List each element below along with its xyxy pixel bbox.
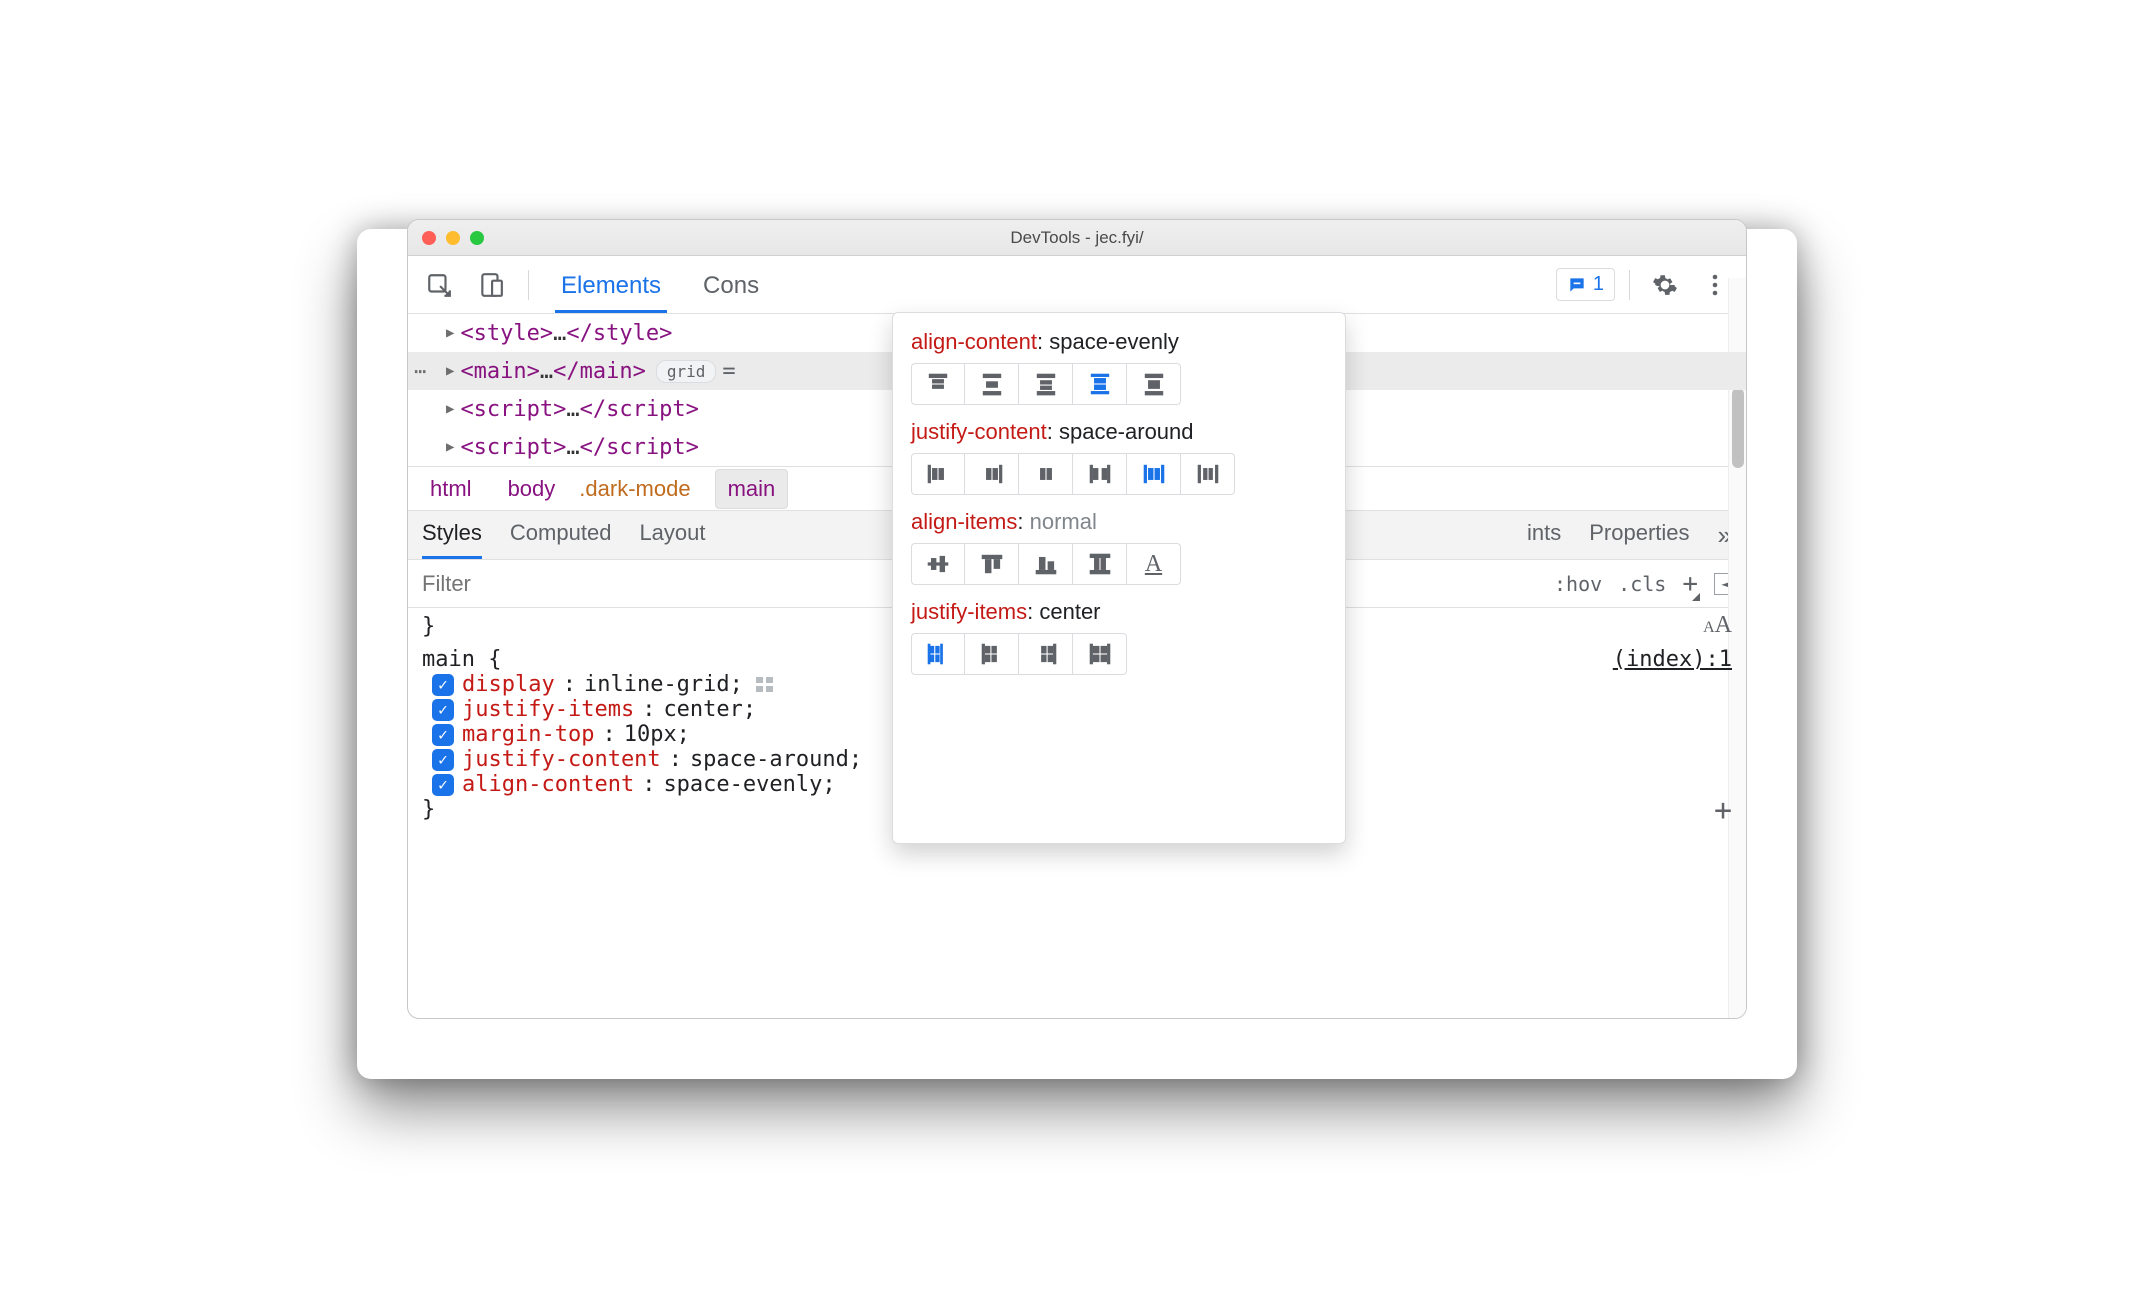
flyout-option[interactable] — [1073, 543, 1127, 585]
panel-tabs: Elements Cons — [555, 256, 765, 313]
flyout-section-justify-content: justify-content: space-around — [911, 419, 1327, 495]
separator — [1629, 270, 1630, 300]
enable-checkbox[interactable]: ✓ — [432, 724, 454, 746]
tag-close: </style> — [566, 321, 672, 346]
ellipsis: … — [540, 359, 553, 384]
flyout-title: justify-content: space-around — [911, 419, 1327, 445]
expand-arrow-icon[interactable]: ▶ — [446, 439, 454, 455]
flyout-option[interactable] — [1019, 543, 1073, 585]
enable-checkbox[interactable]: ✓ — [432, 749, 454, 771]
crumb-body[interactable]: body.dark-mode — [484, 470, 715, 508]
flyout-option[interactable] — [1127, 453, 1181, 495]
prop-name[interactable]: align-content — [462, 772, 634, 797]
enable-checkbox[interactable]: ✓ — [432, 699, 454, 721]
inspect-icon[interactable] — [418, 264, 460, 306]
grid-badge[interactable]: grid — [656, 360, 717, 383]
flyout-option[interactable] — [1181, 453, 1235, 495]
hov-toggle[interactable]: :hov — [1554, 572, 1602, 596]
equals-text: = — [722, 359, 735, 384]
expand-arrow-icon[interactable]: ▶ — [446, 401, 454, 417]
flyout-option[interactable] — [965, 543, 1019, 585]
flyout-options: A — [911, 543, 1327, 585]
subtab-partial[interactable]: ints — [1527, 520, 1561, 559]
flyout-option[interactable] — [1019, 633, 1073, 675]
flyout-option[interactable] — [911, 543, 965, 585]
subtab-layout[interactable]: Layout — [639, 520, 705, 559]
new-style-rule-button[interactable]: + — [1682, 569, 1698, 599]
add-rule-button[interactable]: + — [1714, 793, 1732, 828]
grid-editor-icon[interactable] — [755, 676, 777, 694]
enable-checkbox[interactable]: ✓ — [432, 774, 454, 796]
separator — [528, 270, 529, 300]
window-title: DevTools - jec.fyi/ — [408, 228, 1746, 248]
prop-value[interactable]: space-around; — [690, 747, 862, 772]
tag-open: <main> — [460, 359, 539, 384]
scrollbar-thumb[interactable] — [1732, 388, 1744, 468]
flyout-option[interactable] — [911, 363, 965, 405]
flyout-options — [911, 633, 1327, 675]
issues-count: 1 — [1593, 273, 1604, 296]
cls-toggle[interactable]: .cls — [1618, 572, 1666, 596]
flyout-options — [911, 453, 1327, 495]
tag-close: </main> — [553, 359, 646, 384]
ellipsis: … — [566, 435, 579, 460]
prop-value[interactable]: 10px; — [624, 722, 690, 747]
prop-name[interactable]: margin-top — [462, 722, 594, 747]
crumb-main[interactable]: main — [715, 469, 789, 509]
flyout-section-align-content: align-content: space-evenly — [911, 329, 1327, 405]
prop-value[interactable]: center; — [663, 697, 756, 722]
grid-editor-flyout: align-content: space-evenly justify-conte… — [892, 312, 1346, 844]
ellipsis: … — [553, 321, 566, 346]
flyout-option[interactable] — [1019, 453, 1073, 495]
row-actions-icon[interactable]: ⋯ — [414, 359, 426, 383]
font-size-indicator: AA — [1703, 612, 1732, 639]
expand-arrow-icon[interactable]: ▶ — [446, 325, 454, 341]
prop-value[interactable]: space-evenly; — [663, 772, 835, 797]
subtab-computed[interactable]: Computed — [510, 520, 612, 559]
flyout-option[interactable] — [965, 453, 1019, 495]
device-toggle-icon[interactable] — [470, 264, 512, 306]
flyout-option[interactable] — [911, 633, 965, 675]
flyout-option[interactable] — [965, 633, 1019, 675]
main-toolbar: Elements Cons 1 — [408, 256, 1746, 314]
prop-name[interactable]: justify-items — [462, 697, 634, 722]
tag-open: <script> — [460, 435, 566, 460]
flyout-option[interactable] — [1073, 363, 1127, 405]
subtab-styles[interactable]: Styles — [422, 520, 482, 559]
prop-name[interactable]: justify-content — [462, 747, 661, 772]
flyout-option[interactable] — [911, 453, 965, 495]
tab-elements[interactable]: Elements — [555, 272, 667, 313]
flyout-option[interactable] — [1073, 633, 1127, 675]
flyout-option[interactable] — [1073, 453, 1127, 495]
crumb-html[interactable]: html — [418, 470, 484, 508]
gear-icon[interactable] — [1644, 264, 1686, 306]
flyout-title: align-items: normal — [911, 509, 1327, 535]
flyout-option[interactable] — [1127, 363, 1181, 405]
flyout-title: justify-items: center — [911, 599, 1327, 625]
flyout-section-justify-items: justify-items: center — [911, 599, 1327, 675]
flyout-section-align-items: align-items: normal A — [911, 509, 1327, 585]
tab-console[interactable]: Cons — [697, 272, 765, 313]
prop-value[interactable]: inline-grid; — [584, 672, 743, 697]
flyout-option[interactable]: A — [1127, 543, 1181, 585]
flyout-option[interactable] — [1019, 363, 1073, 405]
tag-open: <style> — [460, 321, 553, 346]
flyout-option[interactable] — [965, 363, 1019, 405]
ellipsis: … — [566, 397, 579, 422]
devtools-window: DevTools - jec.fyi/ Elements Cons 1 — [407, 219, 1747, 1019]
flyout-title: align-content: space-evenly — [911, 329, 1327, 355]
tag-close: </script> — [580, 435, 699, 460]
flyout-options — [911, 363, 1327, 405]
expand-arrow-icon[interactable]: ▶ — [446, 363, 454, 379]
issues-badge[interactable]: 1 — [1556, 268, 1615, 301]
subtab-properties[interactable]: Properties — [1589, 520, 1689, 559]
tag-close: </script> — [580, 397, 699, 422]
enable-checkbox[interactable]: ✓ — [432, 674, 454, 696]
tag-open: <script> — [460, 397, 566, 422]
prop-name[interactable]: display — [462, 672, 555, 697]
rule-source-link[interactable]: (index):1 — [1613, 647, 1732, 672]
titlebar: DevTools - jec.fyi/ — [408, 220, 1746, 256]
